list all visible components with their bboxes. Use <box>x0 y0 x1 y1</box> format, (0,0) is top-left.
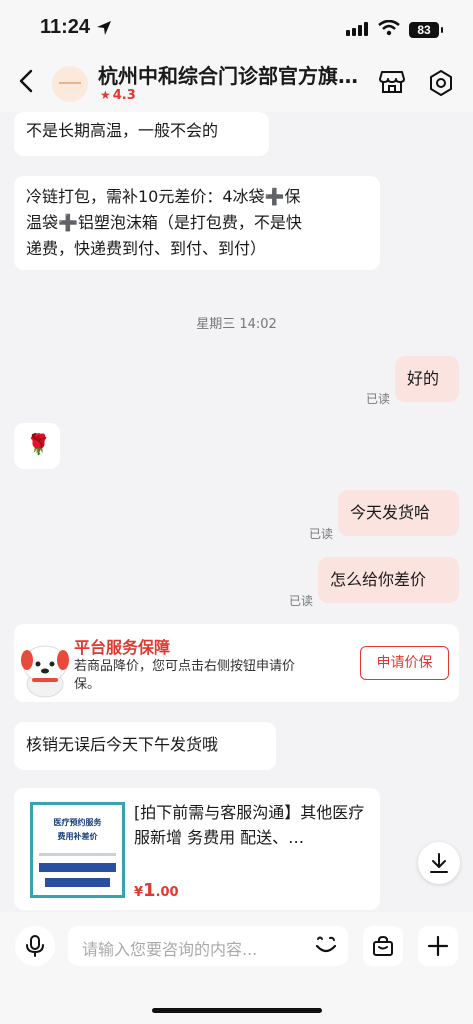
price-protection-card: 平台服务保障 若商品降价，您可点击右侧按钮申请价保。 申请价保 <box>14 624 459 702</box>
microphone-icon <box>26 935 44 957</box>
plus-icon <box>427 935 449 957</box>
product-thumbnail: 医疗预约服务 费用补差价 <box>30 802 125 898</box>
message-incoming: 不是长期高温，一般不会的 <box>14 112 269 156</box>
shop-rating: ★ 4.3 <box>100 88 136 103</box>
more-button[interactable] <box>418 926 458 966</box>
product-card[interactable]: 医疗预约服务 费用补差价 [拍下前需与客服沟通】其他医疗服新增 务费用 配送、…… <box>14 788 380 910</box>
wifi-icon <box>378 20 400 36</box>
location-arrow-icon <box>97 21 111 35</box>
status-bar: 11:24 83 <box>0 0 473 50</box>
chat-timestamp: 星期三 14:02 <box>196 317 277 332</box>
message-outgoing: 今天发货哈 <box>338 490 459 536</box>
voice-button[interactable] <box>15 926 55 966</box>
message-incoming: 核销无误后今天下午发货哦 <box>14 722 276 770</box>
message-incoming: 冷链打包，需补10元差价：4冰袋➕保 温袋➕铝塑泡沫箱（是打包费，不是快 递费，… <box>14 176 380 270</box>
message-input-placeholder: 请输入您要咨询的内容... <box>82 940 258 959</box>
battery-icon: 83 <box>409 22 443 38</box>
emoji-icon[interactable] <box>313 932 339 958</box>
apply-price-protection-button[interactable]: 申请价保 <box>360 646 449 680</box>
shop-name[interactable]: 杭州中和综合门诊部官方旗舰店 <box>98 60 370 89</box>
star-icon: ★ <box>100 88 111 102</box>
shop-avatar[interactable] <box>52 66 88 102</box>
back-icon[interactable] <box>16 68 40 94</box>
status-time: 11:24 <box>40 16 91 38</box>
guarantee-title: 平台服务保障 <box>74 638 171 657</box>
message-emoji-rose: 🌹 <box>14 423 60 469</box>
guarantee-description: 若商品降价，您可点击右侧按钮申请价保。 <box>74 659 296 692</box>
home-indicator <box>152 1008 322 1013</box>
read-receipt: 已读 <box>289 594 314 608</box>
download-arrow-icon <box>430 853 448 873</box>
store-icon[interactable] <box>379 70 405 94</box>
message-outgoing: 怎么给你差价 <box>318 557 459 603</box>
read-receipt: 已读 <box>309 527 334 541</box>
message-input[interactable]: 请输入您要咨询的内容... <box>68 926 348 966</box>
settings-icon[interactable] <box>428 70 454 96</box>
product-title: [拍下前需与客服沟通】其他医疗服新增 务费用 配送、… <box>134 803 365 847</box>
shopping-bag-button[interactable] <box>363 926 403 966</box>
shopping-bag-icon <box>373 935 393 956</box>
scroll-to-bottom-button[interactable] <box>418 842 460 884</box>
message-outgoing: 好的 <box>395 356 459 402</box>
chat-header: 杭州中和综合门诊部官方旗舰店 ★ 4.3 <box>0 50 473 112</box>
signal-icon <box>346 22 370 36</box>
product-price: ¥1.00 <box>134 880 179 901</box>
read-receipt: 已读 <box>366 392 391 406</box>
dog-mascot-icon <box>21 645 69 698</box>
